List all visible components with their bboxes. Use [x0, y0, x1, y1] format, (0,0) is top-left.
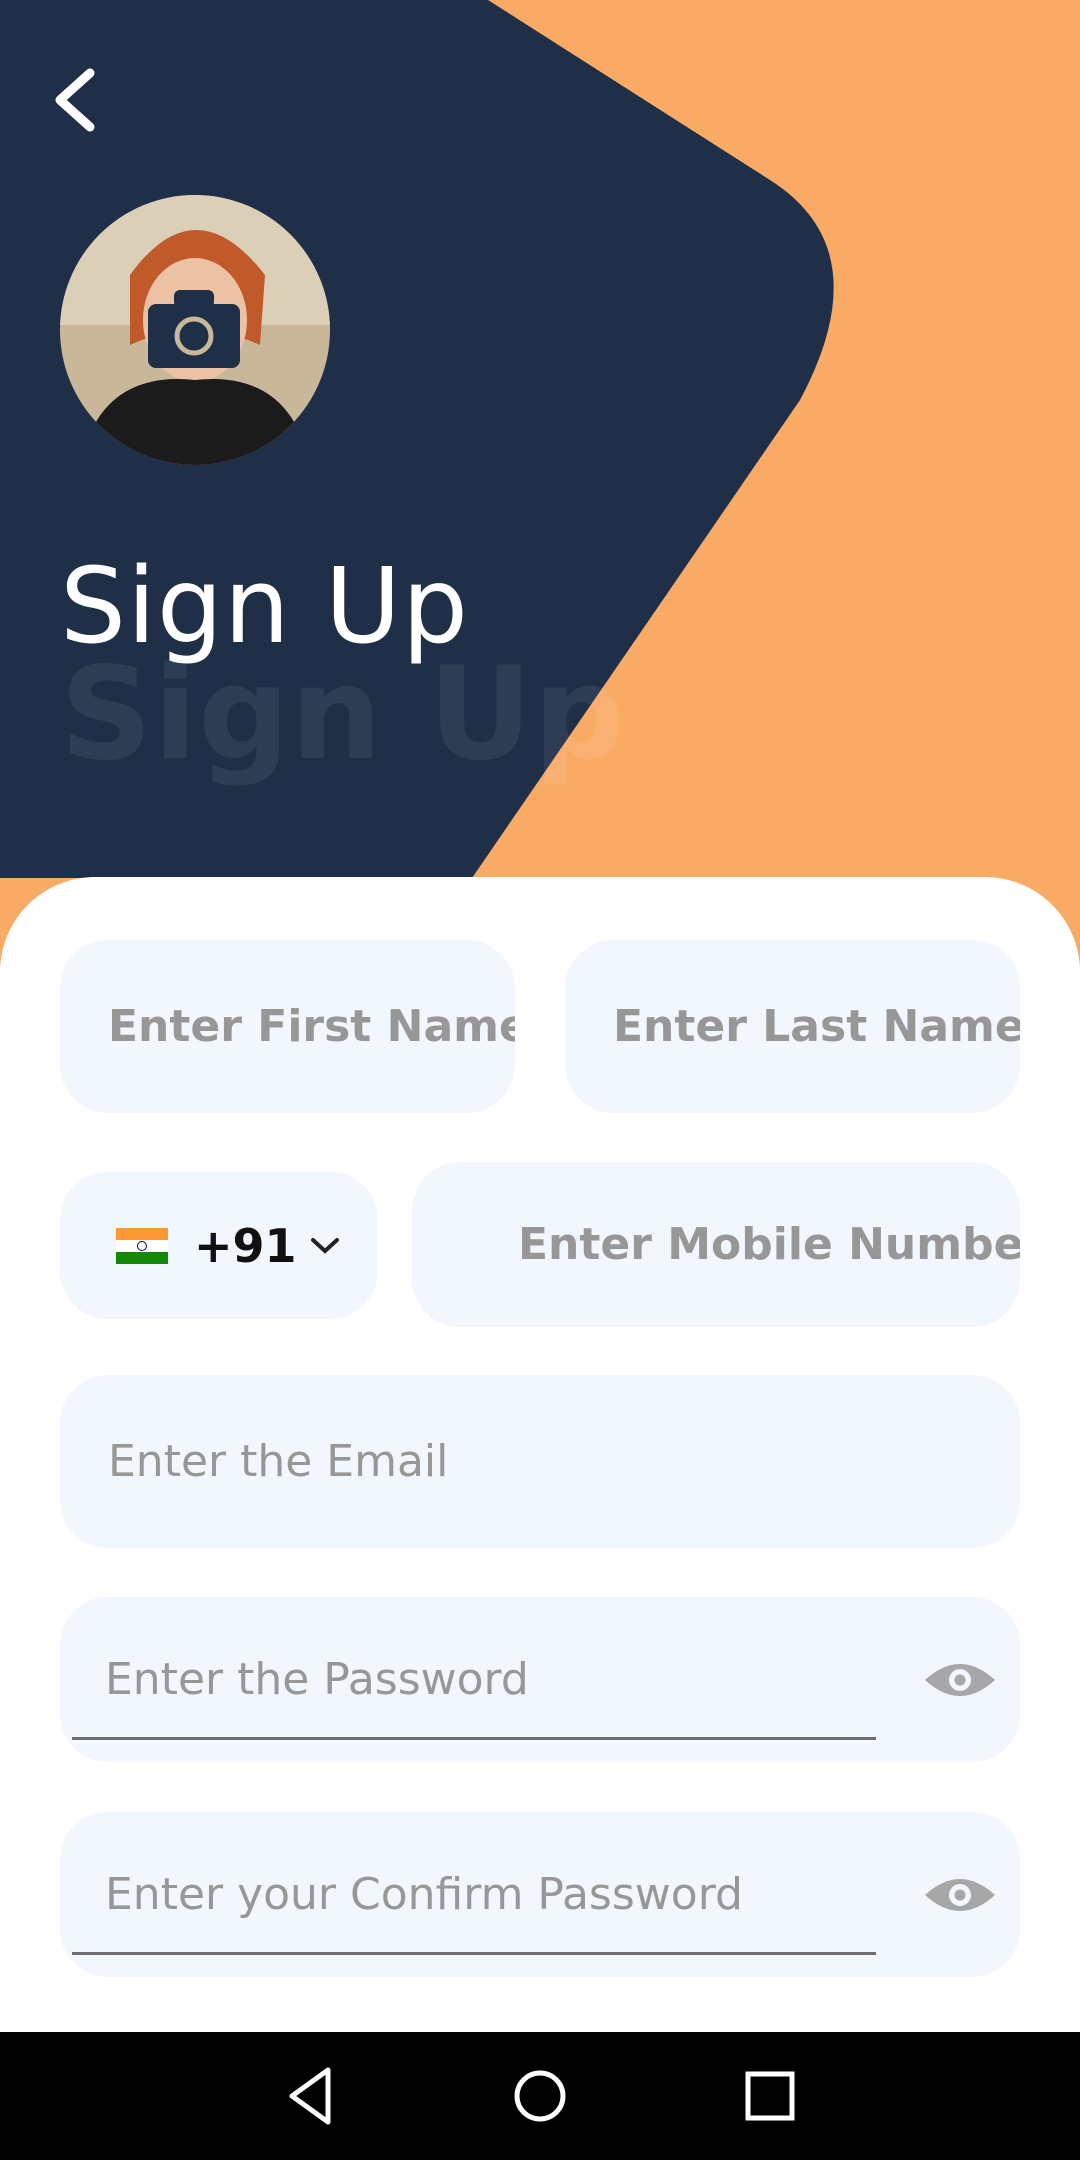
first-name-input[interactable]	[108, 1001, 515, 1052]
back-button[interactable]	[40, 55, 110, 145]
confirm-password-input[interactable]	[105, 1869, 865, 1920]
system-navigation-bar	[0, 2032, 1080, 2160]
last-name-input[interactable]	[613, 1001, 1020, 1052]
page-title: Sign Up	[60, 545, 470, 667]
email-input[interactable]	[108, 1436, 1020, 1487]
confirm-password-field[interactable]	[60, 1812, 1020, 1977]
india-flag-icon	[116, 1227, 168, 1264]
eye-icon[interactable]	[922, 1871, 998, 1919]
last-name-field[interactable]	[565, 940, 1020, 1113]
country-code-selector[interactable]: +91	[60, 1172, 378, 1319]
email-field[interactable]	[60, 1375, 1020, 1548]
header-background	[0, 0, 834, 878]
square-recents-icon[interactable]	[730, 2056, 810, 2136]
confirm-password-underline	[72, 1952, 876, 1955]
password-underline	[72, 1737, 876, 1740]
camera-button[interactable]	[148, 290, 240, 368]
mobile-number-input[interactable]	[518, 1219, 1020, 1270]
chevron-left-icon	[55, 68, 95, 132]
mobile-number-field[interactable]	[412, 1162, 1020, 1327]
circle-home-icon[interactable]	[500, 2056, 580, 2136]
country-code: +91	[194, 1218, 297, 1273]
password-field[interactable]	[60, 1597, 1020, 1762]
password-input[interactable]	[105, 1654, 865, 1705]
chevron-down-icon	[310, 1237, 339, 1254]
first-name-field[interactable]	[60, 940, 515, 1113]
triangle-back-icon[interactable]	[270, 2056, 350, 2136]
camera-icon	[148, 290, 240, 368]
eye-icon[interactable]	[922, 1656, 998, 1704]
